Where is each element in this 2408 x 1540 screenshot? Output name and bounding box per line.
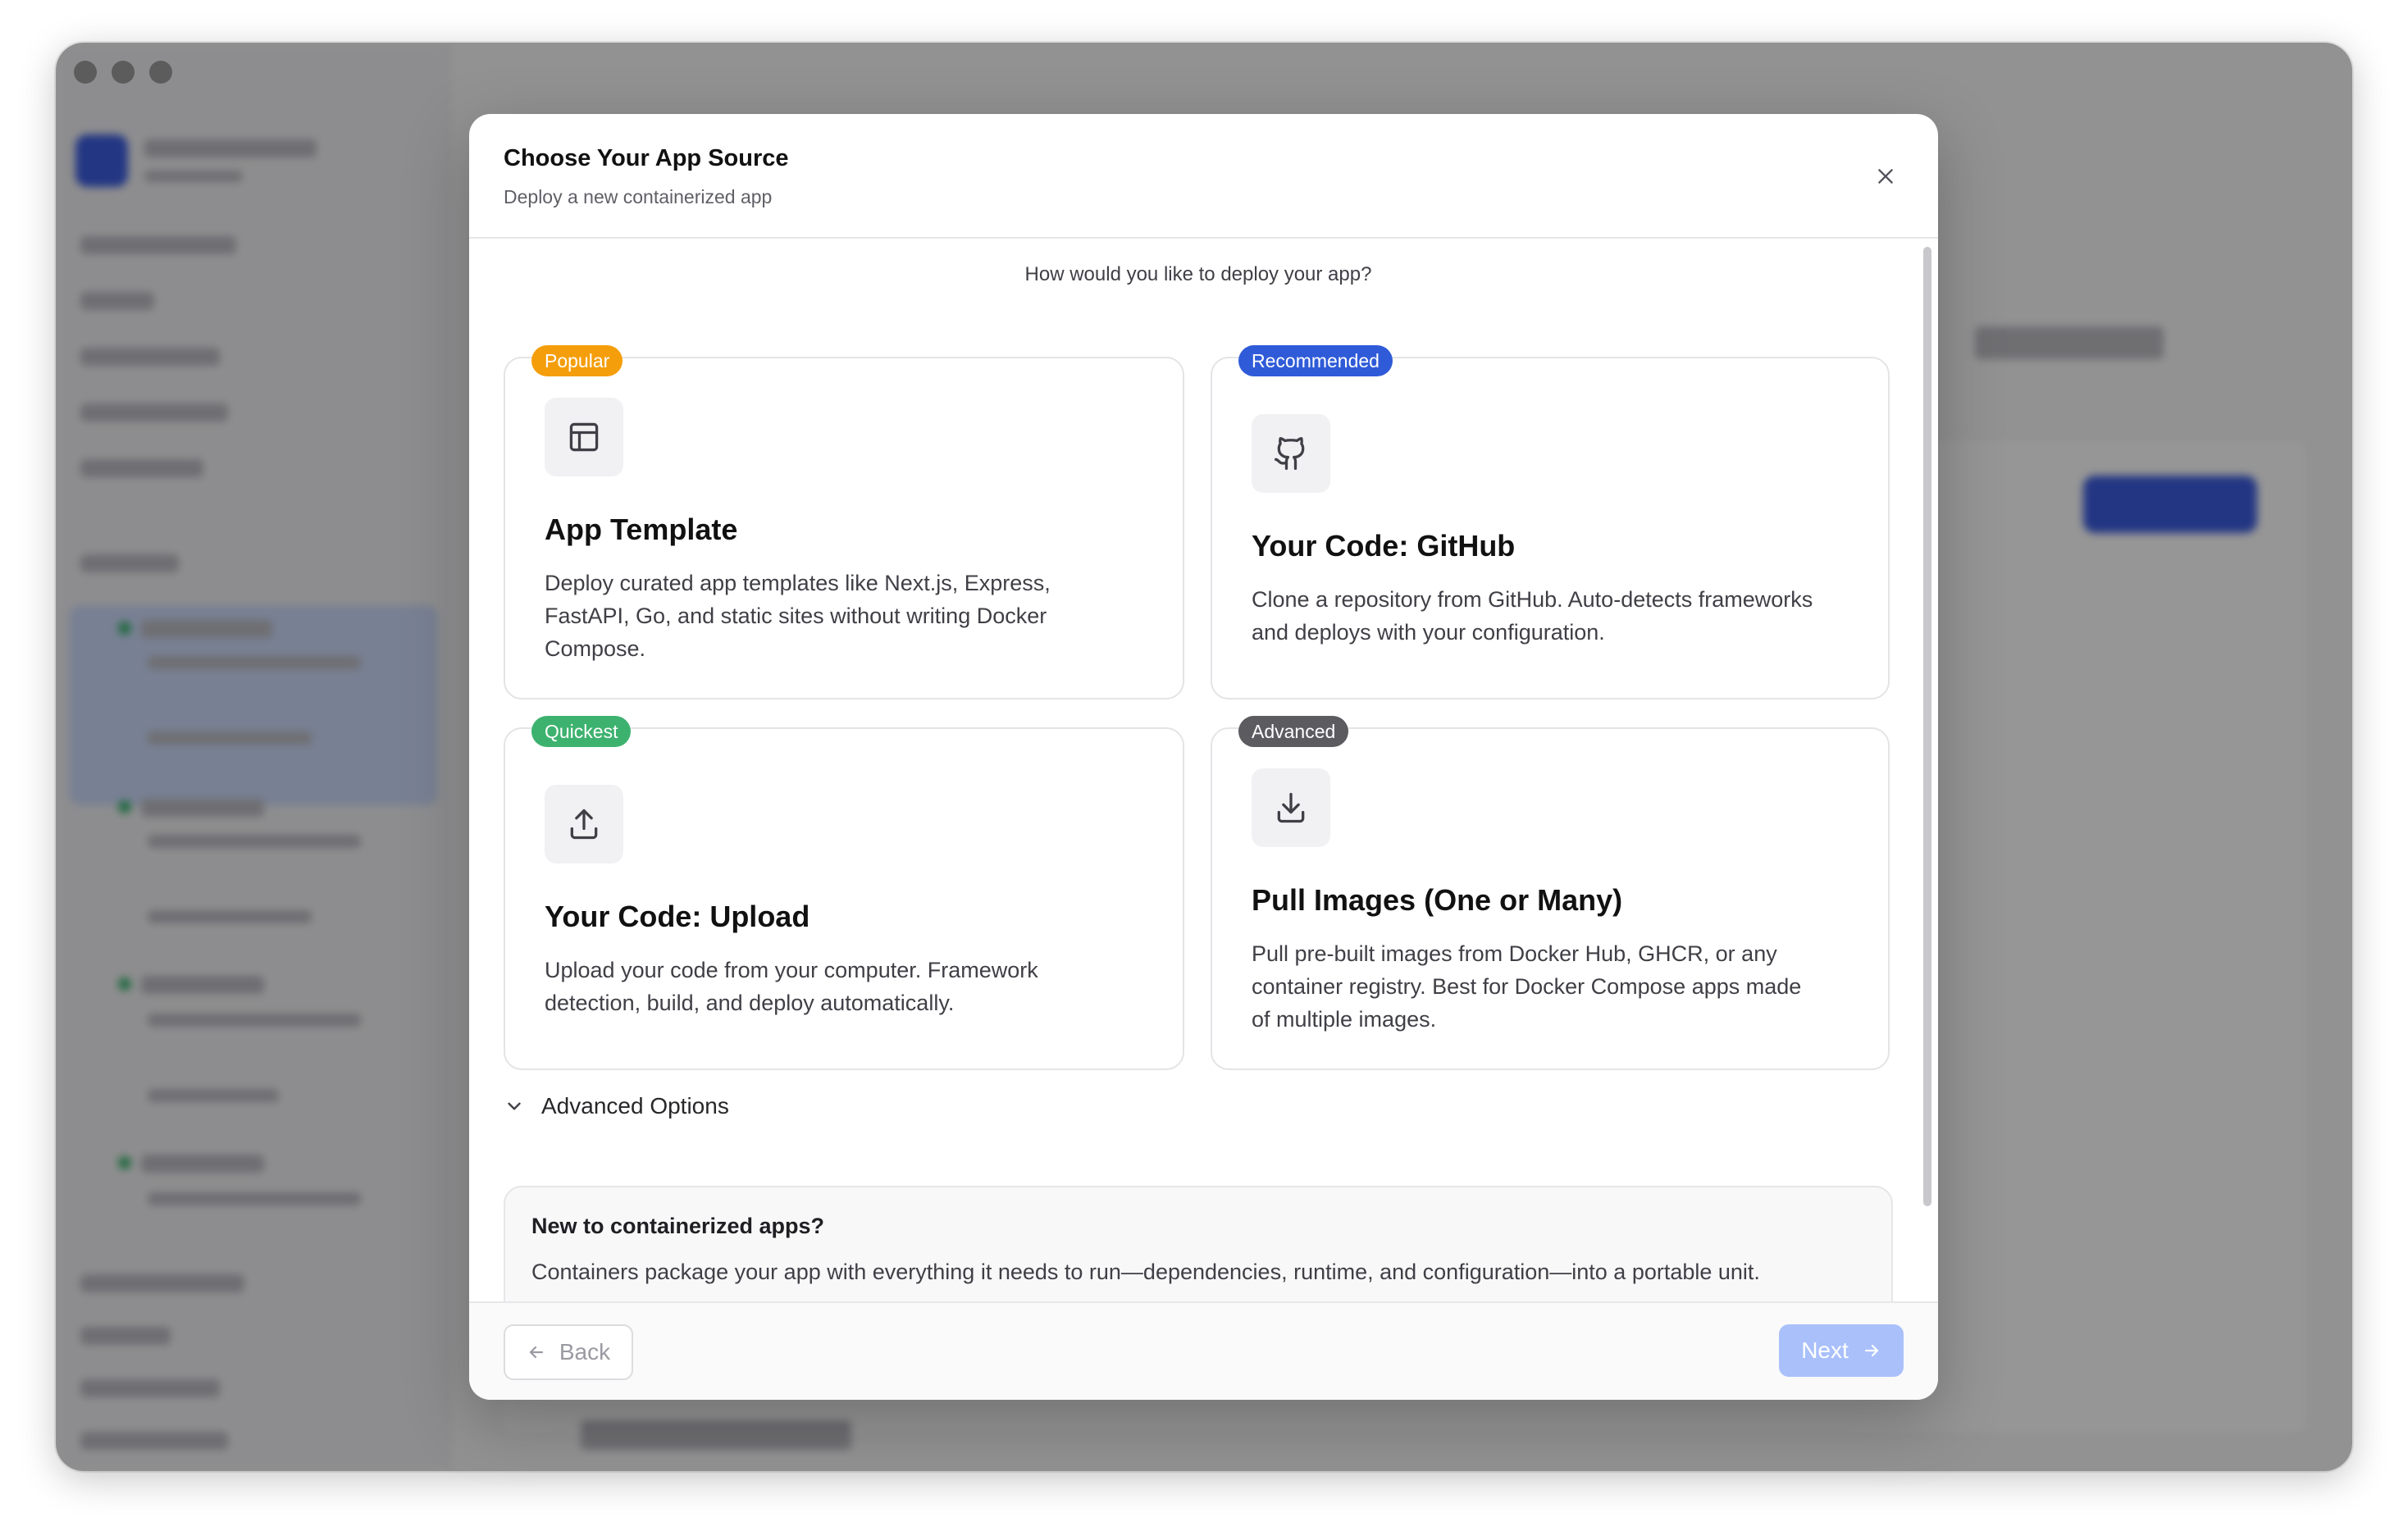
card-title: Your Code: GitHub bbox=[1252, 529, 1516, 563]
modal-body: How would you like to deploy your app? P… bbox=[469, 239, 1938, 1400]
pull-images-card[interactable]: Advanced Pull Images (One or Many) Pull … bbox=[1211, 716, 1890, 1070]
card-description: Upload your code from your computer. Fra… bbox=[545, 958, 1038, 1015]
card-icon-box bbox=[1252, 414, 1330, 493]
card-title: Pull Images (One or Many) bbox=[1252, 883, 1623, 917]
next-button[interactable]: Next bbox=[1779, 1324, 1904, 1377]
arrow-left-icon bbox=[529, 1346, 543, 1359]
app-template-card[interactable]: Popular App Template Deploy curated app … bbox=[504, 345, 1184, 699]
arrow-right-icon bbox=[1864, 1344, 1878, 1357]
advanced-options-label: Advanced Options bbox=[541, 1093, 729, 1119]
next-button-label: Next bbox=[1801, 1337, 1849, 1363]
github-card[interactable]: Recommended Your Code: GitHub Clone a re… bbox=[1211, 345, 1890, 699]
back-button[interactable]: Back bbox=[504, 1324, 633, 1380]
card-description: Deploy curated app templates like Next.j… bbox=[545, 571, 1051, 661]
card-description: Clone a repository from GitHub. Auto-det… bbox=[1252, 587, 1813, 645]
info-text: Containers package your app with everyth… bbox=[531, 1260, 1760, 1284]
modal-header: Choose Your App Source Deploy a new cont… bbox=[469, 114, 1938, 239]
window-controls bbox=[74, 61, 172, 84]
advanced-badge: Advanced bbox=[1238, 716, 1349, 747]
modal-subtitle: Deploy a new containerized app bbox=[504, 186, 773, 207]
card-title: Your Code: Upload bbox=[545, 900, 810, 933]
minimize-window-button[interactable] bbox=[112, 61, 135, 84]
back-button-label: Back bbox=[559, 1339, 611, 1365]
upload-icon bbox=[570, 809, 598, 840]
scrollbar[interactable] bbox=[1923, 247, 1931, 1206]
chevron-down-icon bbox=[508, 1102, 521, 1110]
close-icon bbox=[1878, 169, 1893, 184]
card-icon-box bbox=[545, 398, 623, 476]
close-window-button[interactable] bbox=[74, 61, 97, 84]
card-icon-box bbox=[1252, 768, 1330, 847]
quickest-badge: Quickest bbox=[531, 716, 632, 747]
card-description: Pull pre-built images from Docker Hub, G… bbox=[1252, 941, 1802, 1032]
layout-template-icon bbox=[569, 422, 599, 452]
modal-title: Choose Your App Source bbox=[504, 145, 789, 171]
upload-card[interactable]: Quickest Your Code: Upload Upload your c… bbox=[504, 716, 1184, 1070]
download-icon bbox=[1277, 792, 1305, 823]
close-modal-button[interactable] bbox=[1871, 162, 1900, 191]
advanced-options-toggle[interactable]: Advanced Options bbox=[504, 1093, 729, 1119]
maximize-window-button[interactable] bbox=[149, 61, 172, 84]
recommended-badge: Recommended bbox=[1238, 345, 1393, 376]
info-title: New to containerized apps? bbox=[531, 1214, 825, 1238]
choose-app-source-modal: Choose Your App Source Deploy a new cont… bbox=[469, 114, 1938, 1400]
modal-footer: Back Next bbox=[469, 1301, 1938, 1400]
deploy-question: How would you like to deploy your app? bbox=[1024, 263, 1372, 285]
popular-badge: Popular bbox=[531, 345, 623, 376]
card-icon-box bbox=[545, 785, 623, 863]
github-icon bbox=[1275, 437, 1305, 470]
card-title: App Template bbox=[545, 513, 738, 546]
